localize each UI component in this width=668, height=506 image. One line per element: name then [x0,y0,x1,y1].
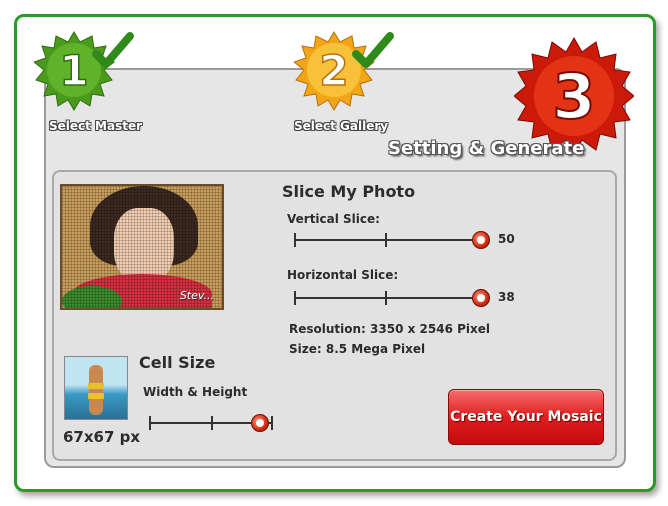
cell-size-heading: Cell Size [139,353,216,372]
create-mosaic-button[interactable]: Create Your Mosaic [448,389,604,445]
horizontal-slice-value: 38 [498,290,515,304]
step-1-number: 1 [59,46,88,95]
resolution-text: Resolution: 3350 x 2546 Pixel [289,322,491,336]
horizontal-slice-slider[interactable] [294,289,490,307]
horizontal-slice-handle[interactable] [472,289,490,307]
photo-watermark: Stev... [179,289,214,302]
vertical-slice-slider[interactable] [294,231,490,249]
slice-heading: Slice My Photo [282,182,416,201]
master-photo: Stev... [60,184,224,310]
cell-size-value: 67x67 px [63,428,141,446]
cell-size-subtitle: Width & Height [143,385,248,399]
step-1-badge[interactable]: 1 [34,30,138,120]
cell-size-handle[interactable] [251,414,269,432]
size-text: Size: 8.5 Mega Pixel [289,342,426,356]
cell-thumbnail [64,356,128,420]
vertical-slice-handle[interactable] [472,231,490,249]
cell-size-slider[interactable] [149,414,273,432]
vertical-slice-value: 50 [498,232,515,246]
vertical-slice-label: Vertical Slice: [287,212,380,226]
step-2-number: 2 [319,46,348,95]
step-3-number: 3 [552,60,595,133]
step-2-badge[interactable]: 2 [294,30,398,120]
step-3-label: Setting & Generate [388,138,585,159]
horizontal-slice-label: Horizontal Slice: [287,268,399,282]
step-2-label: Select Gallery [294,119,389,133]
step-1-label: Select Master [49,119,143,133]
